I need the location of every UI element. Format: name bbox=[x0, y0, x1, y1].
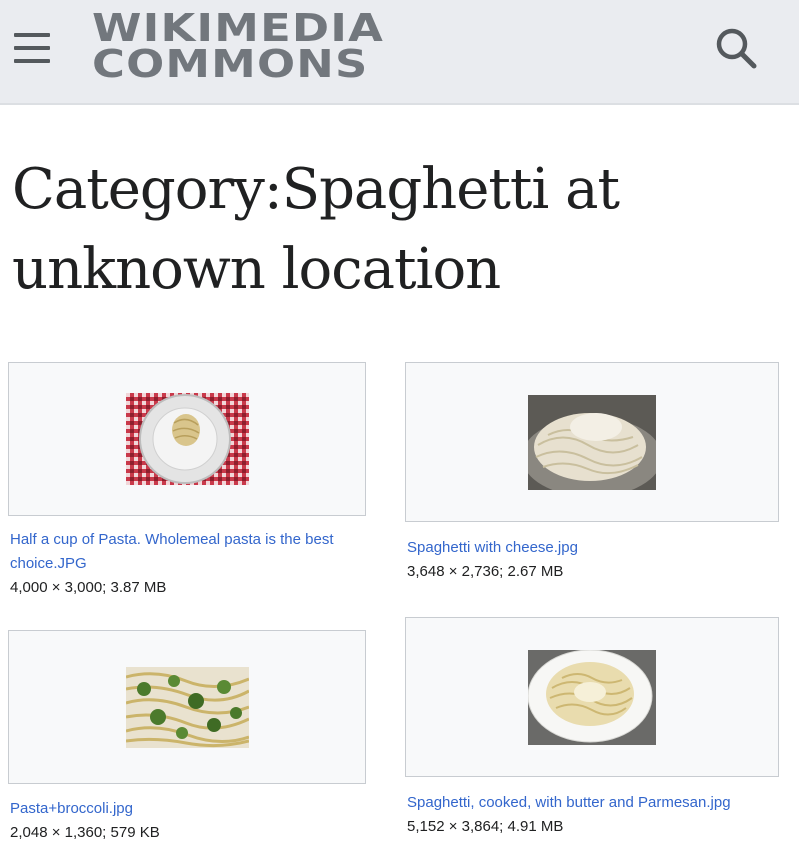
file-info: 3,648 × 2,736; 2.67 MB bbox=[407, 563, 564, 580]
search-icon[interactable] bbox=[712, 26, 762, 72]
file-link[interactable]: Half a cup of Pasta. Wholemeal pasta is … bbox=[10, 528, 355, 576]
logo-line-2: COMMONS bbox=[92, 42, 369, 86]
gallery-thumbnail-frame[interactable] bbox=[405, 362, 779, 522]
file-info: 5,152 × 3,864; 4.91 MB bbox=[407, 818, 564, 835]
gallery-caption: Half a cup of Pasta. Wholemeal pasta is … bbox=[10, 528, 355, 600]
hamburger-menu-icon[interactable] bbox=[12, 30, 54, 66]
pasta-plate-thumbnail[interactable] bbox=[126, 393, 249, 485]
wikimedia-commons-logo[interactable]: WIKIMEDIA COMMONS bbox=[92, 6, 385, 86]
file-info: 2,048 × 1,360; 579 KB bbox=[10, 824, 160, 841]
pasta-broccoli-thumbnail[interactable] bbox=[126, 667, 249, 748]
spaghetti-cheese-thumbnail[interactable] bbox=[528, 395, 656, 490]
file-link[interactable]: Spaghetti with cheese.jpg bbox=[407, 536, 777, 560]
gallery-thumbnail-frame[interactable] bbox=[8, 362, 366, 516]
file-link[interactable]: Spaghetti, cooked, with butter and Parme… bbox=[407, 791, 777, 815]
gallery-thumbnail-frame[interactable] bbox=[405, 617, 779, 777]
site-header: WIKIMEDIA COMMONS bbox=[0, 0, 799, 105]
page-title: Category:Spaghetti at unknown location bbox=[12, 157, 620, 302]
logo-line-1: WIKIMEDIA bbox=[92, 6, 385, 50]
gallery-caption: Spaghetti, cooked, with butter and Parme… bbox=[407, 791, 777, 839]
spaghetti-parmesan-thumbnail[interactable] bbox=[528, 650, 656, 745]
gallery-caption: Pasta+broccoli.jpg 2,048 × 1,360; 579 KB bbox=[10, 797, 355, 845]
file-info: 4,000 × 3,000; 3.87 MB bbox=[10, 579, 167, 596]
file-link[interactable]: Pasta+broccoli.jpg bbox=[10, 797, 355, 821]
gallery-caption: Spaghetti with cheese.jpg 3,648 × 2,736;… bbox=[407, 536, 777, 584]
gallery-thumbnail-frame[interactable] bbox=[8, 630, 366, 784]
